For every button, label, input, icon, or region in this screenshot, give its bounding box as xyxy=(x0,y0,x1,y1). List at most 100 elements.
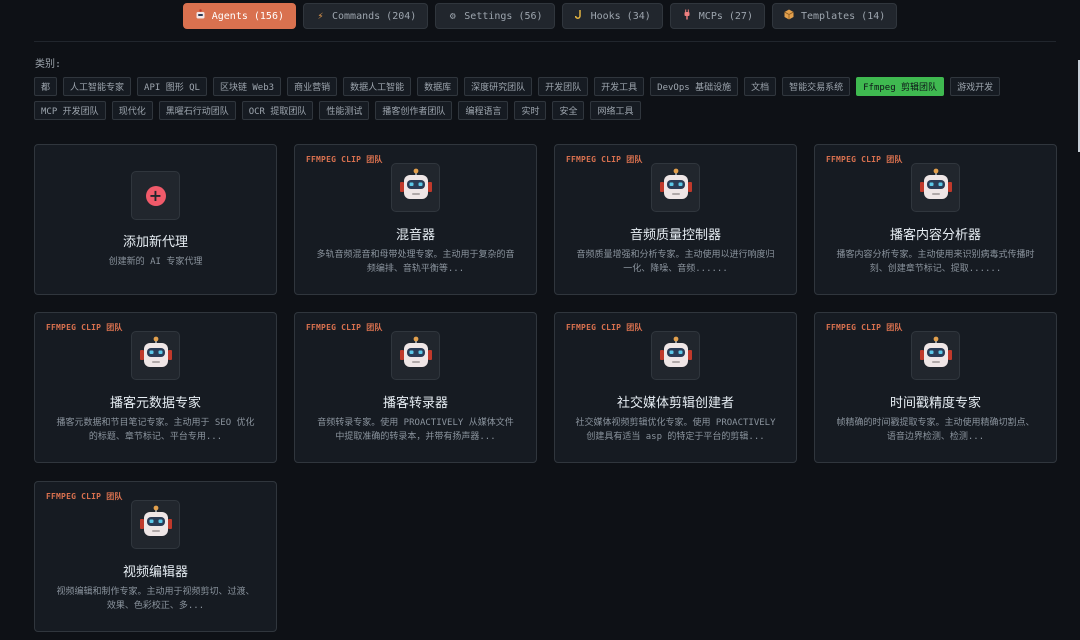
card-title: 时间戳精度专家 xyxy=(889,396,981,411)
tab-label: Agents (156) xyxy=(211,10,284,22)
tab-mcps[interactable]: MCPs (27) xyxy=(669,3,765,29)
robot-avatar xyxy=(911,331,960,380)
card-desc: 播客内容分析专家。主动使用来识别病毒式传播时刻、创建章节标记、提取...... xyxy=(836,250,1035,274)
category-chip[interactable]: 文档 xyxy=(744,77,777,96)
card-tag: FFMPEG CLIP 团队 xyxy=(306,155,383,164)
tab-hooks[interactable]: Hooks (34) xyxy=(561,3,663,29)
agent-card[interactable]: FFMPEG CLIP 团队混音器多轨音频混音和母带处理专家。主动用于复杂的音频… xyxy=(294,144,537,295)
category-chip[interactable]: 深度研究团队 xyxy=(464,77,533,96)
category-chip[interactable]: 黑曜石行动团队 xyxy=(158,101,236,120)
tab-label: MCPs (27) xyxy=(698,10,753,22)
plug-icon xyxy=(682,9,693,23)
card-tag: FFMPEG CLIP 团队 xyxy=(46,492,123,501)
add-agent-card[interactable]: + 添加新代理 创建新的 AI 专家代理 xyxy=(34,144,277,295)
category-chip[interactable]: 实时 xyxy=(514,101,547,120)
robot-avatar xyxy=(131,500,180,549)
agent-card[interactable]: FFMPEG CLIP 团队时间戳精度专家帧精确的时间戳提取专家。主动使用精确切… xyxy=(814,312,1057,463)
card-desc: 创建新的 AI 专家代理 xyxy=(108,257,203,267)
card-title: 音频质量控制器 xyxy=(629,228,721,243)
category-chip[interactable]: OCR 提取团队 xyxy=(241,101,314,120)
card-desc: 播客元数据和节目笔记专家。主动用于 SEO 优化的标题、章节标记、平台专用... xyxy=(56,418,255,442)
category-chip[interactable]: 游戏开发 xyxy=(950,77,1001,96)
category-chip[interactable]: 都 xyxy=(34,77,58,96)
category-chip[interactable]: 商业营销 xyxy=(287,77,338,96)
card-title: 播客转录器 xyxy=(382,396,448,411)
category-chip[interactable]: 开发团队 xyxy=(538,77,589,96)
card-tag: FFMPEG CLIP 团队 xyxy=(566,323,643,332)
card-title: 添加新代理 xyxy=(122,235,188,250)
tab-commands[interactable]: ⚡ Commands (204) xyxy=(302,3,429,29)
robot-icon xyxy=(918,168,954,207)
category-chip[interactable]: 编程语言 xyxy=(458,101,509,120)
card-tag: FFMPEG CLIP 团队 xyxy=(46,323,123,332)
agent-card[interactable]: FFMPEG CLIP 团队播客元数据专家播客元数据和节目笔记专家。主动用于 S… xyxy=(34,312,277,463)
card-title: 播客元数据专家 xyxy=(109,396,201,411)
robot-avatar xyxy=(391,163,440,212)
category-chip[interactable]: 网络工具 xyxy=(590,101,641,120)
card-desc: 社交媒体视频剪辑优化专家。使用 PROACTIVELY 创建具有适当 asp 的… xyxy=(575,418,776,442)
robot-avatar xyxy=(651,163,700,212)
category-chip[interactable]: 性能测试 xyxy=(319,101,370,120)
plus-icon: + xyxy=(145,185,166,206)
card-tag: FFMPEG CLIP 团队 xyxy=(826,323,903,332)
card-tag: FFMPEG CLIP 团队 xyxy=(306,323,383,332)
card-desc: 音频质量增强和分析专家。主动使用以进行响度归一化、降噪、音频...... xyxy=(576,250,775,274)
tab-label: Templates (14) xyxy=(800,10,886,22)
agent-card[interactable]: FFMPEG CLIP 团队社交媒体剪辑创建者社交媒体视频剪辑优化专家。使用 P… xyxy=(554,312,797,463)
robot-avatar xyxy=(911,163,960,212)
card-title: 社交媒体剪辑创建者 xyxy=(616,396,734,411)
category-row-2: MCP 开发团队 现代化 黑曜石行动团队 OCR 提取团队 性能测试 播客创作者团队 编程语… xyxy=(34,101,641,120)
robot-icon xyxy=(195,9,206,23)
category-chip[interactable]: MCP 开发团队 xyxy=(34,101,106,120)
card-tag: FFMPEG CLIP 团队 xyxy=(826,155,903,164)
category-chip[interactable]: 数据库 xyxy=(417,77,459,96)
agent-card[interactable]: FFMPEG CLIP 团队音频质量控制器音频质量增强和分析专家。主动使用以进行… xyxy=(554,144,797,295)
category-chip[interactable]: Ffmpeg 剪辑团队 xyxy=(856,77,945,96)
robot-icon xyxy=(398,336,434,375)
robot-avatar xyxy=(391,331,440,380)
category-chip[interactable]: DevOps 基础设施 xyxy=(650,77,739,96)
agent-card[interactable]: FFMPEG CLIP 团队播客内容分析器播客内容分析专家。主动使用来识别病毒式… xyxy=(814,144,1057,295)
card-title: 混音器 xyxy=(395,228,435,243)
card-title: 视频编辑器 xyxy=(122,565,188,580)
robot-icon xyxy=(138,336,174,375)
category-chip[interactable]: 智能交易系统 xyxy=(782,77,851,96)
card-tag: FFMPEG CLIP 团队 xyxy=(566,155,643,164)
hook-icon xyxy=(574,9,585,23)
card-title: 播客内容分析器 xyxy=(889,228,981,243)
agent-card[interactable]: FFMPEG CLIP 团队视频编辑器视频编辑和制作专家。主动用于视频剪切、过渡… xyxy=(34,481,277,632)
category-chip[interactable]: 播客创作者团队 xyxy=(375,101,453,120)
category-chip[interactable]: 数据人工智能 xyxy=(343,77,412,96)
category-chip[interactable]: 开发工具 xyxy=(594,77,645,96)
robot-avatar xyxy=(651,331,700,380)
robot-icon xyxy=(918,336,954,375)
agent-card[interactable]: FFMPEG CLIP 团队播客转录器音频转录专家。使用 PROACTIVELY… xyxy=(294,312,537,463)
category-label: 类别: xyxy=(35,59,62,70)
category-chip[interactable]: 区块链 Web3 xyxy=(212,77,282,96)
card-desc: 视频编辑和制作专家。主动用于视频剪切、过渡、效果、色彩校正、多... xyxy=(56,587,255,611)
category-row-1: 都人工智能专家 API 图形 QL 区块链 Web3 商业营销 数据人工智能 数据库 深度研… xyxy=(34,77,1001,96)
robot-avatar xyxy=(131,331,180,380)
tab-agents[interactable]: Agents (156) xyxy=(182,3,296,29)
category-chip[interactable]: 安全 xyxy=(552,101,585,120)
category-chip[interactable]: API 图形 QL xyxy=(137,77,207,96)
gear-icon: ⚙ xyxy=(449,10,456,22)
category-chip[interactable]: 现代化 xyxy=(111,101,153,120)
tab-settings[interactable]: ⚙ Settings (56) xyxy=(435,3,555,29)
tab-templates[interactable]: Templates (14) xyxy=(771,3,898,29)
tab-bar: Agents (156) ⚡ Commands (204) ⚙ Settings… xyxy=(0,3,1080,29)
tab-label: Settings (56) xyxy=(464,10,543,22)
tab-label: Hooks (34) xyxy=(590,10,651,22)
robot-icon xyxy=(138,505,174,544)
category-chip[interactable]: 人工智能专家 xyxy=(63,77,132,96)
robot-icon xyxy=(658,336,694,375)
tab-label: Commands (204) xyxy=(331,10,417,22)
robot-icon xyxy=(658,168,694,207)
robot-icon xyxy=(398,168,434,207)
card-desc: 多轨音频混音和母带处理专家。主动用于复杂的音频编排、音轨平衡等... xyxy=(316,250,515,274)
plus-icon-box: + xyxy=(131,171,180,220)
card-desc: 帧精确的时间戳提取专家。主动使用精确切割点、语音边界检测、检测... xyxy=(836,418,1035,442)
card-desc: 音频转录专家。使用 PROACTIVELY 从媒体文件中提取准确的转录本，并带有… xyxy=(317,418,514,442)
package-icon xyxy=(784,9,795,23)
divider xyxy=(34,41,1056,42)
